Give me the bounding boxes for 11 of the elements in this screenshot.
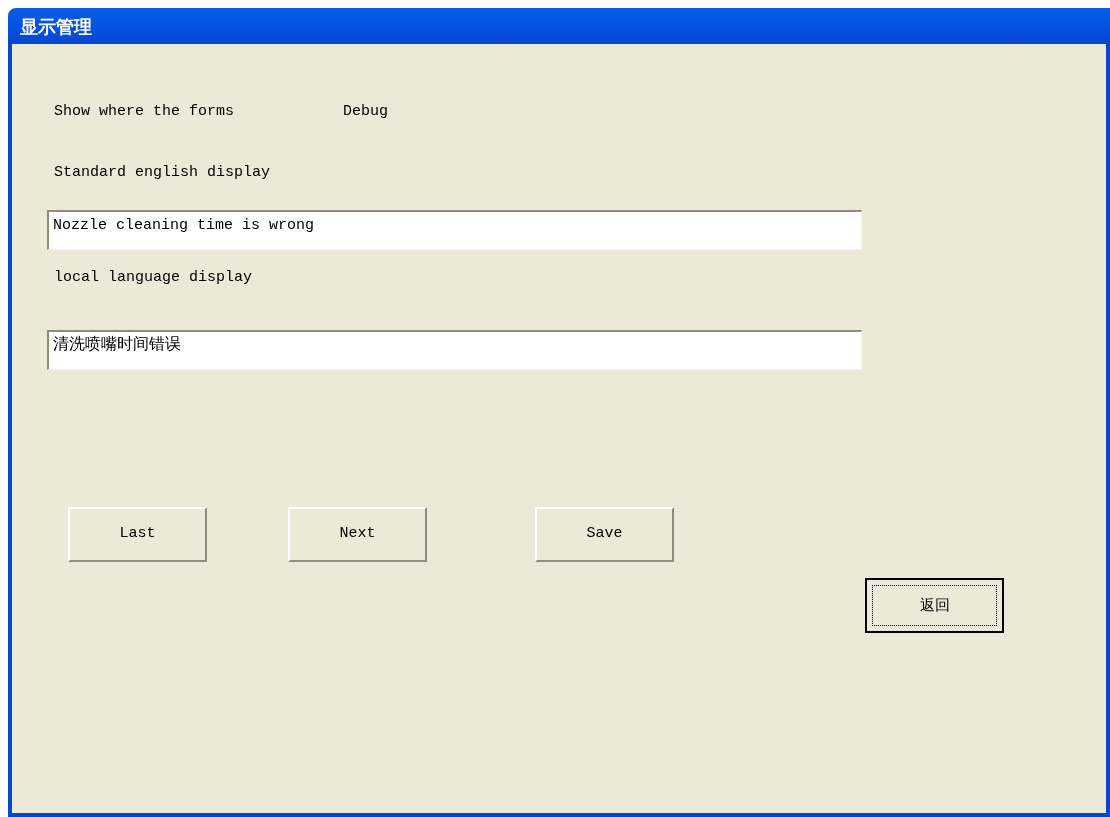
push-button[interactable]: Last bbox=[68, 507, 207, 562]
english-text-field[interactable]: Nozzle cleaning time is wrong bbox=[47, 210, 862, 250]
push-button[interactable]: 返回 bbox=[865, 578, 1004, 633]
window-title: 显示管理 bbox=[20, 14, 92, 39]
local-display-label: local language display bbox=[54, 268, 253, 287]
push-button[interactable]: Save bbox=[535, 507, 674, 562]
form-location-label: Show where the forms bbox=[54, 101, 236, 122]
push-button[interactable]: Next bbox=[288, 507, 427, 562]
local-text-field[interactable]: 清洗喷嘴时间错误 bbox=[47, 330, 862, 370]
form-location-value: Debug bbox=[343, 101, 388, 122]
english-display-label: Standard english display bbox=[54, 163, 271, 182]
